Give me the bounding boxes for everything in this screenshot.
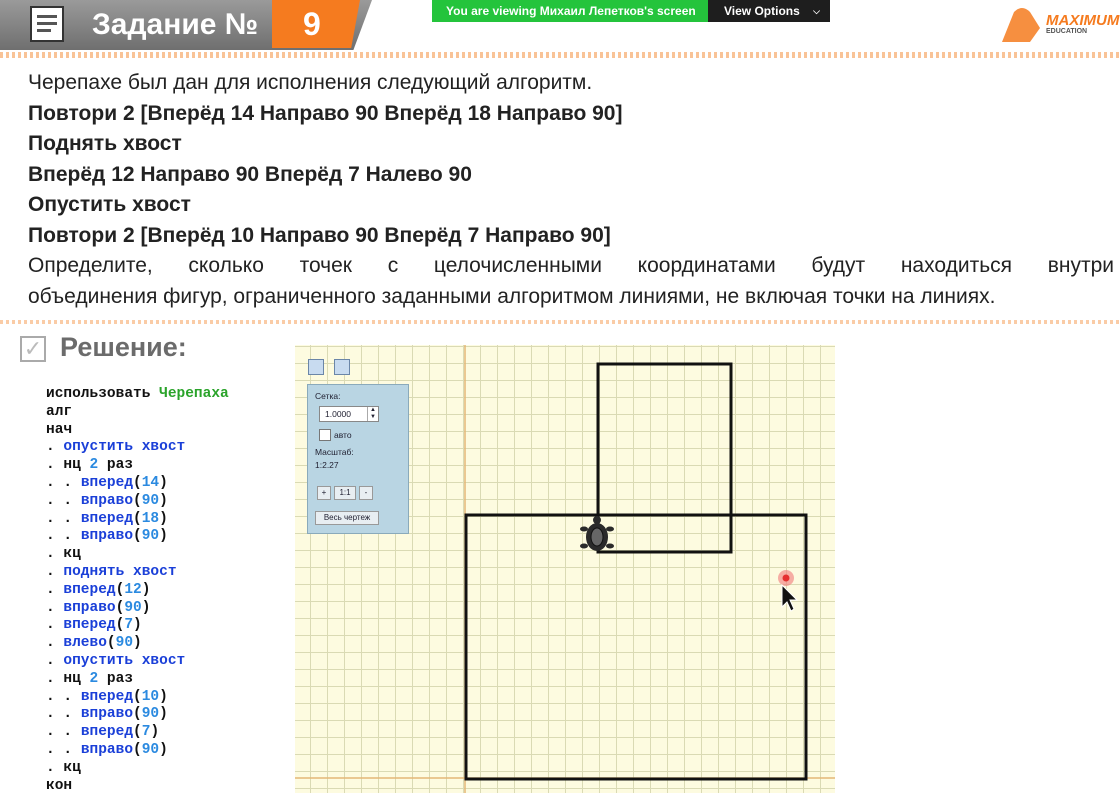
section-divider: [0, 320, 1120, 324]
full-drawing-button[interactable]: Весь чертеж: [315, 511, 379, 525]
zoom-reset-button[interactable]: 1:1: [334, 486, 356, 500]
code-line: . опустить хвост: [46, 652, 186, 669]
code-line: . опустить хвост: [46, 439, 186, 456]
algorithm-line: Повтори 2 [Вперёд 10 Направо 90 Вперёд 7…: [28, 223, 611, 247]
code-line: . кц: [46, 546, 81, 563]
document-icon: [30, 6, 64, 42]
spinner-arrows-icon[interactable]: ▲ ▼: [367, 407, 378, 421]
code-line: . поднять хвост: [46, 563, 177, 580]
scale-value: 1:2.27: [315, 460, 339, 470]
algorithm-line: Поднять хвост: [28, 132, 182, 155]
screen-share-banner: You are viewing Михаил Лепетков's screen…: [432, 0, 830, 22]
grid-settings-panel: Сетка: 1.0000 ▲ ▼ авто Масштаб: 1:2.27 + …: [307, 384, 409, 534]
code-line: . . вперед(10): [46, 688, 168, 705]
toolbar-window-button[interactable]: [334, 359, 350, 375]
view-options-button[interactable]: View Options ⌵: [708, 0, 830, 22]
scale-label: Масштаб:: [315, 447, 354, 457]
code-line: . . вперед(7): [46, 724, 160, 741]
solution-title: Решение:: [60, 332, 187, 362]
grid-label: Сетка:: [315, 391, 341, 401]
chevron-down-icon: ⌵: [813, 6, 820, 16]
header-divider: [0, 52, 1120, 58]
turtle-drawing-canvas[interactable]: Сетка: 1.0000 ▲ ▼ авто Масштаб: 1:2.27 + …: [295, 345, 835, 793]
algorithm-line: Опустить хвост: [28, 193, 191, 216]
code-line: использовать Черепаха: [46, 386, 229, 402]
code-line: . кц: [46, 759, 81, 776]
task-title: Задание №: [92, 8, 259, 41]
zoom-out-button[interactable]: -: [359, 486, 373, 500]
checkmark-icon: ✓: [20, 336, 46, 362]
code-line: кон: [46, 777, 73, 794]
second-rectangle: [464, 513, 808, 781]
toolbar-toggle-button[interactable]: [308, 359, 324, 375]
task-question: объединения фигур, ограниченного заданны…: [28, 284, 996, 308]
auto-checkbox[interactable]: [319, 429, 331, 441]
code-line: . вперед(12): [46, 581, 151, 598]
auto-label: авто: [334, 430, 352, 440]
code-line: . . вправо(90): [46, 741, 168, 758]
zoom-in-button[interactable]: +: [317, 486, 331, 500]
code-line: . нц 2 раз: [46, 670, 134, 687]
task-intro: Черепахе был дан для исполнения следующи…: [28, 71, 593, 94]
code-line: нач: [46, 421, 73, 438]
algorithm-line: Вперёд 12 Направо 90 Вперёд 7 Налево 90: [28, 162, 472, 186]
code-line: . влево(90): [46, 635, 142, 652]
turtle-icon: [580, 516, 614, 551]
code-line: . вперед(7): [46, 617, 142, 634]
slide-header: Задание № 9 MAXIMUM EDUCATION You are vi…: [0, 0, 1120, 56]
algorithm-line: Повтори 2 [Вперёд 14 Направо 90 Вперёд 1…: [28, 101, 623, 125]
code-line: . . вперед(14): [46, 474, 168, 491]
code-line: алг: [46, 403, 73, 420]
task-statement: Черепахе был дан для исполнения следующи…: [28, 68, 1118, 312]
grid-step-value: 1.0000: [325, 409, 351, 419]
code-line: . нц 2 раз: [46, 457, 134, 474]
code-line: . . вправо(90): [46, 706, 168, 723]
task-number: 9: [303, 6, 321, 42]
grid-step-input[interactable]: 1.0000 ▲ ▼: [319, 406, 379, 422]
code-line: . . вправо(90): [46, 528, 168, 545]
view-options-label: View Options: [724, 4, 800, 18]
cursor-icon: [778, 570, 799, 612]
viewing-label: You are viewing Михаил Лепетков's screen: [432, 0, 708, 22]
code-line: . . вперед(18): [46, 510, 168, 527]
task-question: Определите, сколько точек с целочисленны…: [28, 254, 1114, 277]
logo-text: MAXIMUM: [1046, 12, 1120, 29]
code-listing: использовать Черепаха алг нач . опустить…: [46, 386, 229, 795]
first-rectangle: [596, 362, 733, 554]
code-line: . вправо(90): [46, 599, 151, 616]
logo-subtext: EDUCATION: [1046, 28, 1088, 35]
code-line: . . вправо(90): [46, 492, 168, 509]
